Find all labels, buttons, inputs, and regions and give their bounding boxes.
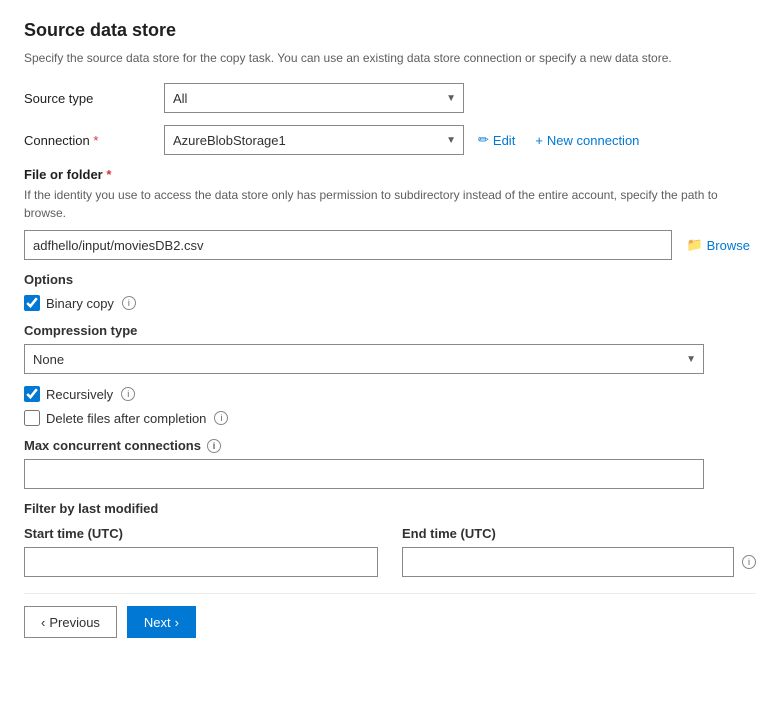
compression-label: Compression type (24, 323, 756, 338)
page-title: Source data store (24, 20, 756, 41)
delete-files-checkbox[interactable] (24, 410, 40, 426)
start-time-label: Start time (UTC) (24, 526, 378, 541)
plus-icon: + (535, 133, 543, 148)
connection-select[interactable]: AzureBlobStorage1 (164, 125, 464, 155)
connection-label: Connection * (24, 133, 164, 148)
file-folder-label: File or folder * (24, 167, 756, 182)
start-time-input[interactable] (24, 547, 378, 577)
recursively-checkbox[interactable] (24, 386, 40, 402)
filter-title: Filter by last modified (24, 501, 756, 516)
end-time-label: End time (UTC) (402, 526, 756, 541)
browse-button[interactable]: 📁 Browse (680, 233, 756, 257)
source-type-select[interactable]: All Azure Blob Storage Azure Data Lake A… (164, 83, 464, 113)
file-folder-description: If the identity you use to access the da… (24, 186, 756, 222)
connection-required: * (90, 133, 99, 148)
folder-icon: 📁 (686, 237, 702, 253)
new-connection-button[interactable]: + New connection (529, 129, 645, 152)
next-chevron-icon: › (175, 615, 179, 630)
next-button[interactable]: Next › (127, 606, 196, 638)
pencil-icon: ✏ (478, 132, 489, 148)
max-connections-label: Max concurrent connections i (24, 438, 756, 453)
binary-copy-checkbox[interactable] (24, 295, 40, 311)
max-connections-input[interactable] (24, 459, 704, 489)
binary-copy-label: Binary copy (46, 296, 114, 311)
options-label: Options (24, 272, 756, 287)
file-folder-input[interactable] (24, 230, 672, 260)
delete-files-info-icon: i (214, 411, 228, 425)
delete-files-label: Delete files after completion (46, 411, 206, 426)
edit-button[interactable]: ✏ Edit (472, 128, 521, 152)
end-time-input[interactable] (402, 547, 734, 577)
previous-button[interactable]: ‹ Previous (24, 606, 117, 638)
binary-copy-info-icon: i (122, 296, 136, 310)
prev-chevron-icon: ‹ (41, 615, 45, 630)
max-connections-info-icon: i (207, 439, 221, 453)
recursively-label: Recursively (46, 387, 113, 402)
compression-select[interactable]: None GZip BZip2 Deflate ZipDeflate TarGZ… (24, 344, 704, 374)
end-time-info-icon: i (742, 555, 756, 569)
source-type-label: Source type (24, 91, 164, 106)
page-description: Specify the source data store for the co… (24, 49, 756, 67)
recursively-info-icon: i (121, 387, 135, 401)
